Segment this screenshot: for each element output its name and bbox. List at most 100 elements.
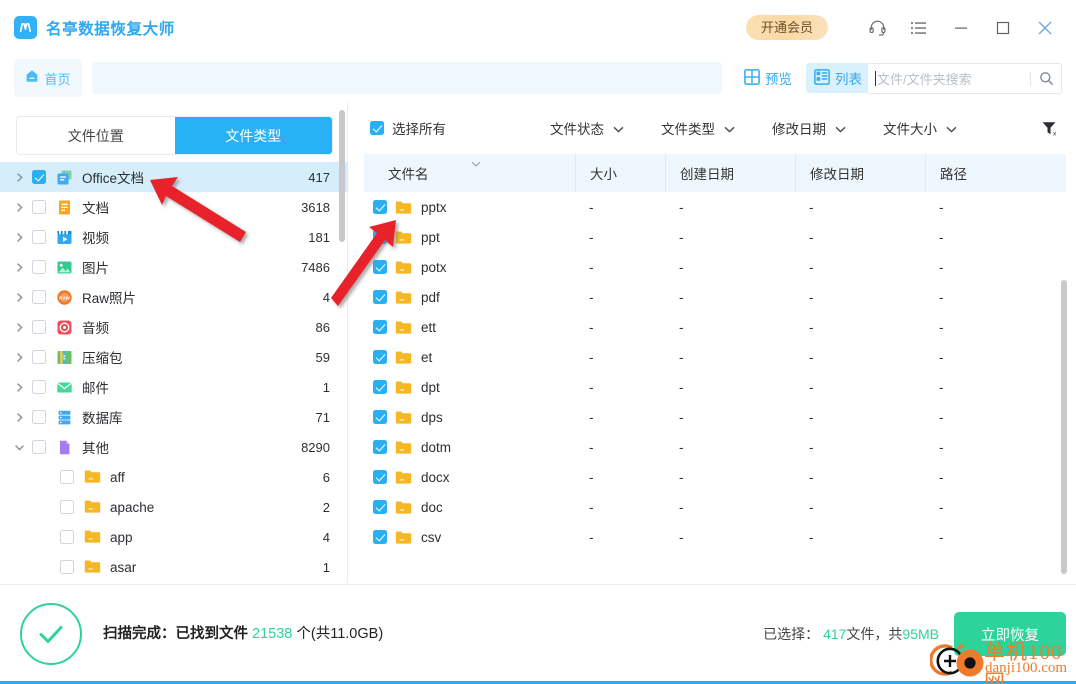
cell-file-name: potx — [364, 260, 575, 275]
tree-item-checkbox[interactable] — [32, 170, 46, 184]
row-checkbox[interactable] — [373, 290, 387, 304]
tab-file-type[interactable]: 文件类型 — [174, 117, 332, 154]
search-icon[interactable] — [1031, 64, 1061, 93]
maximize-icon[interactable] — [982, 7, 1024, 49]
svg-text:RAW: RAW — [59, 295, 70, 300]
table-row[interactable]: et - - - - — [364, 342, 1066, 372]
title-bar: 名亭数据恢复大师 开通会员 — [0, 0, 1076, 55]
chevron-right-icon[interactable] — [14, 252, 32, 282]
close-icon[interactable] — [1024, 7, 1066, 49]
scan-status-label: 扫描完成：已找到文件 — [103, 626, 248, 642]
chevron-right-icon[interactable] — [14, 402, 32, 432]
filter-modified-date[interactable]: 修改日期 — [772, 118, 846, 138]
tree-item-aff[interactable]: aff 6 — [0, 462, 348, 492]
tree-item-checkbox[interactable] — [60, 500, 74, 514]
tree-item-checkbox[interactable] — [32, 380, 46, 394]
column-header-created[interactable]: 创建日期 — [665, 154, 795, 192]
chevron-right-icon[interactable] — [14, 162, 32, 192]
row-checkbox[interactable] — [373, 230, 387, 244]
list-view-button[interactable]: 列表 — [806, 63, 870, 93]
table-row[interactable]: pdf - - - - — [364, 282, 1066, 312]
select-all-checkbox[interactable]: 选择所有 — [370, 118, 446, 138]
tree-item-压缩包[interactable]: 压缩包 59 — [0, 342, 348, 372]
table-row[interactable]: dps - - - - — [364, 402, 1066, 432]
home-label: 首页 — [44, 71, 71, 87]
table-row[interactable]: pptx - - - - — [364, 192, 1066, 222]
tree-item-Raw照片[interactable]: RAW Raw照片 4 — [0, 282, 348, 312]
table-row[interactable]: docx - - - - — [364, 462, 1066, 492]
tree-item-图片[interactable]: 图片 7486 — [0, 252, 348, 282]
column-header-name[interactable]: 文件名 — [364, 154, 575, 192]
headset-icon[interactable] — [856, 7, 898, 49]
row-checkbox[interactable] — [373, 350, 387, 364]
table-row[interactable]: ett - - - - — [364, 312, 1066, 342]
filter-clear-icon[interactable]: x — [1040, 119, 1060, 139]
search-input[interactable]: 文件/文件夹搜索 — [877, 69, 972, 88]
tree-item-checkbox[interactable] — [32, 350, 46, 364]
home-button[interactable]: 首页 — [14, 59, 82, 97]
tree-item-checkbox[interactable] — [60, 470, 74, 484]
tree-item-checkbox[interactable] — [32, 200, 46, 214]
chevron-right-icon[interactable] — [14, 222, 32, 252]
minimize-icon[interactable] — [940, 7, 982, 49]
tree-item-checkbox[interactable] — [60, 560, 74, 574]
tree-item-其他[interactable]: 其他 8290 — [0, 432, 348, 462]
preview-view-button[interactable]: 预览 — [736, 63, 800, 93]
tree-item-label: 图片 — [82, 261, 109, 276]
upgrade-membership-button[interactable]: 开通会员 — [745, 15, 828, 40]
row-checkbox[interactable] — [373, 470, 387, 484]
chevron-down-icon — [724, 121, 735, 136]
row-checkbox[interactable] — [373, 260, 387, 274]
row-checkbox[interactable] — [373, 440, 387, 454]
recover-now-button[interactable]: 立即恢复 — [954, 612, 1066, 656]
tree-item-checkbox[interactable] — [32, 230, 46, 244]
table-row[interactable]: doc - - - - — [364, 492, 1066, 522]
table-row[interactable]: ppt - - - - — [364, 222, 1066, 252]
tree-item-asar[interactable]: asar 1 — [0, 552, 348, 582]
tree-item-音频[interactable]: 音频 86 — [0, 312, 348, 342]
column-header-size[interactable]: 大小 — [575, 154, 665, 192]
address-bar[interactable] — [92, 62, 722, 94]
tree-item-Office文档[interactable]: Office文档 417 — [0, 162, 348, 192]
tree-item-checkbox[interactable] — [32, 290, 46, 304]
tree-item-apache[interactable]: apache 2 — [0, 492, 348, 522]
tree-item-邮件[interactable]: 邮件 1 — [0, 372, 348, 402]
row-checkbox[interactable] — [373, 320, 387, 334]
tree-item-checkbox[interactable] — [32, 320, 46, 334]
chevron-right-icon[interactable] — [14, 342, 32, 372]
tree-item-checkbox[interactable] — [32, 440, 46, 454]
chevron-down-icon[interactable] — [14, 432, 32, 462]
row-checkbox[interactable] — [373, 500, 387, 514]
menu-icon[interactable] — [898, 7, 940, 49]
table-row[interactable]: csv - - - - — [364, 522, 1066, 552]
select-all-box[interactable] — [370, 121, 384, 135]
filter-file-type[interactable]: 文件类型 — [661, 118, 735, 138]
cell-size: - — [589, 289, 594, 305]
chevron-right-icon[interactable] — [14, 312, 32, 342]
tree-item-checkbox[interactable] — [32, 260, 46, 274]
filter-file-size[interactable]: 文件大小 — [883, 118, 957, 138]
tree-item-checkbox[interactable] — [32, 410, 46, 424]
search-box[interactable]: 文件/文件夹搜索 — [867, 63, 1062, 94]
tree-item-app[interactable]: app 4 — [0, 522, 348, 552]
row-checkbox[interactable] — [373, 380, 387, 394]
row-checkbox[interactable] — [373, 410, 387, 424]
row-checkbox[interactable] — [373, 530, 387, 544]
tree-item-checkbox[interactable] — [60, 530, 74, 544]
filter-file-status[interactable]: 文件状态 — [550, 118, 624, 138]
table-row[interactable]: dotm - - - - — [364, 432, 1066, 462]
tree-item-文档[interactable]: 文档 3618 — [0, 192, 348, 222]
table-row[interactable]: potx - - - - — [364, 252, 1066, 282]
tab-file-location[interactable]: 文件位置 — [17, 117, 175, 154]
tree-item-视频[interactable]: 视频 181 — [0, 222, 348, 252]
tree-item-数据库[interactable]: 数据库 71 — [0, 402, 348, 432]
chevron-right-icon[interactable] — [14, 372, 32, 402]
chevron-right-icon[interactable] — [14, 192, 32, 222]
column-header-path[interactable]: 路径 — [925, 154, 1066, 192]
column-header-modified[interactable]: 修改日期 — [795, 154, 925, 192]
sidebar-scrollbar[interactable] — [339, 110, 345, 242]
row-checkbox[interactable] — [373, 200, 387, 214]
table-row[interactable]: dpt - - - - — [364, 372, 1066, 402]
chevron-right-icon[interactable] — [14, 282, 32, 312]
file-list-scrollbar[interactable] — [1061, 280, 1067, 574]
